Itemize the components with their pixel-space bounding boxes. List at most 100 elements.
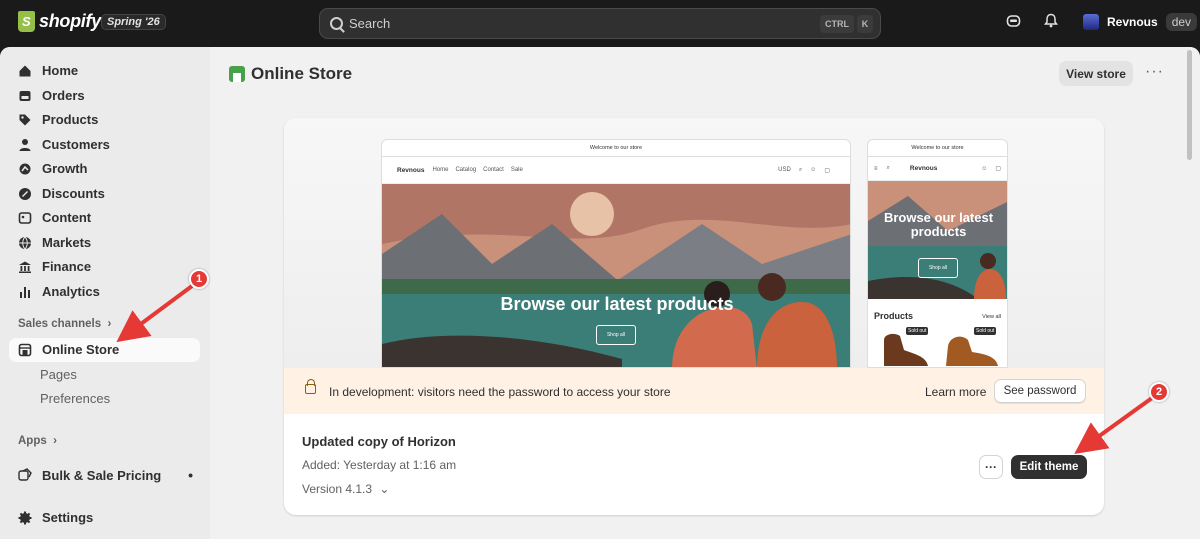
announcement-bar: Welcome to our store [382, 140, 850, 157]
preview-nav-item: Contact [483, 167, 504, 173]
sidebar-item-label: Discounts [42, 186, 105, 201]
annotation-badge-2: 2 [1149, 382, 1169, 402]
user-menu[interactable]: Revnous dev [1083, 13, 1198, 31]
preview-view-all: View all [982, 314, 1001, 320]
chart-icon [20, 286, 30, 298]
theme-name: Updated copy of Horizon [302, 434, 456, 449]
user-name: Revnous [1107, 15, 1158, 29]
sidebar-item-growth[interactable]: Growth [18, 161, 88, 176]
sidebar-item-finance[interactable]: Finance [18, 259, 91, 274]
sidebar-item-label: Settings [42, 510, 94, 525]
annotation-badge-1: 1 [189, 269, 209, 289]
preview-hero: Browse our latest products Shop all [382, 184, 850, 367]
preview-search-icon: ⌕ [798, 166, 803, 173]
orders-icon [19, 90, 31, 101]
theme-version[interactable]: Version 4.1.3 ⌄ [302, 482, 389, 496]
sidebar-item-analytics[interactable]: Analytics [18, 284, 100, 299]
sidebar-item-app[interactable]: Bulk & Sale Pricing • [18, 467, 193, 483]
sidebar-item-label: Analytics [42, 284, 100, 299]
edition-badge[interactable]: Spring '26 [101, 14, 166, 30]
home-icon [19, 65, 31, 76]
shortcut-ctrl: CTRL [820, 15, 854, 33]
content-icon [18, 211, 32, 224]
scrollbar[interactable] [1182, 47, 1200, 539]
preview-hero-title: Browse our latest products [883, 210, 994, 239]
sidekick-icon[interactable] [1006, 13, 1021, 28]
preview-header: Revnous Home Catalog Contact Sale USD ⌕ … [382, 157, 850, 184]
online-store-icon [229, 66, 245, 82]
theme-preview[interactable]: Welcome to our store Revnous Home Catalo… [284, 118, 1104, 368]
sidebar-item-content[interactable]: Content [18, 210, 91, 225]
sidebar-item-customers[interactable]: Customers [18, 137, 110, 152]
preview-cart-icon: ▢ [824, 167, 830, 174]
sidebar-item-label: Preferences [40, 391, 111, 406]
sold-out-badge: Sold out [906, 327, 929, 335]
sidebar-item-online-store[interactable]: Online Store [18, 342, 119, 357]
sidebar-item-label: Customers [42, 137, 110, 152]
pin-dot-icon: • [188, 467, 193, 483]
preview-currency: USD [778, 167, 791, 173]
sidebar-item-markets[interactable]: Markets [18, 235, 91, 250]
view-store-button[interactable]: View store [1059, 61, 1133, 86]
preview-cart-icon: ▢ [995, 166, 1001, 172]
preview-brand: Revnous [909, 165, 938, 172]
banner-text: In development: visitors need the passwo… [329, 385, 671, 399]
main-content: Online Store View store ··· Welcome to o… [210, 47, 1182, 539]
sales-channels-header[interactable]: Sales channels › [18, 318, 111, 330]
sidebar-item-label: Finance [42, 259, 92, 274]
edit-theme-button[interactable]: Edit theme [1011, 455, 1087, 479]
preview-search-icon: ⌕ [886, 165, 890, 171]
sidebar-item-label: Bulk & Sale Pricing [42, 467, 162, 483]
sales-channels-label: Sales channels [18, 318, 102, 330]
sidebar-item-home[interactable]: Home [18, 63, 78, 78]
preview-products-section: Products View all Sold out Sold out [868, 299, 1007, 367]
apps-header[interactable]: Apps › [18, 435, 57, 447]
sidebar: Home Orders Products Customers Growth Di… [0, 47, 210, 539]
sidebar-subitem-preferences[interactable]: Preferences [40, 391, 110, 406]
shopify-logo[interactable]: shopify [18, 11, 101, 32]
sidebar-item-label: Home [42, 63, 79, 78]
search-bar[interactable]: Search CTRL K [319, 8, 881, 39]
top-bar: shopify Spring '26 Search CTRL K Revnous… [0, 0, 1200, 47]
page-title: Online Store [229, 64, 352, 84]
preview-account-icon: ☺ [981, 165, 988, 172]
mobile-preview: Welcome to our store ≡ ⌕ Revnous ☺ ▢ Bro… [867, 139, 1008, 368]
sidebar-item-orders[interactable]: Orders [18, 88, 85, 103]
sidebar-subitem-pages[interactable]: Pages [40, 367, 77, 382]
avatar [1083, 14, 1099, 30]
announcement-bar: Welcome to our store [868, 140, 1007, 157]
page-title-text: Online Store [251, 64, 353, 83]
dev-badge: dev [1165, 13, 1198, 31]
preview-nav-item: Sale [510, 167, 523, 173]
sidebar-item-label: Pages [40, 367, 77, 382]
sidebar-item-label: Online Store [42, 342, 120, 357]
preview-shop-all-button: Shop all [596, 325, 636, 345]
apps-label: Apps [18, 435, 47, 447]
bell-icon[interactable] [1044, 13, 1058, 28]
more-actions-button[interactable]: ··· [1145, 63, 1164, 81]
logo-text: shopify [39, 11, 101, 31]
sidebar-item-label: Markets [42, 235, 92, 250]
gear-icon [18, 511, 32, 524]
theme-more-button[interactable]: ··· [979, 455, 1003, 479]
admin-shell: Home Orders Products Customers Growth Di… [0, 47, 1200, 539]
bank-icon [19, 261, 31, 273]
sidebar-item-label: Growth [42, 161, 88, 176]
learn-more-link[interactable]: Learn more [925, 385, 986, 399]
theme-card: Welcome to our store Revnous Home Catalo… [284, 118, 1104, 515]
discount-icon [19, 187, 31, 200]
preview-header: ≡ ⌕ Revnous ☺ ▢ [868, 157, 1007, 181]
preview-hero: Browse our latest products Shop all [868, 181, 1007, 299]
storefront-icon [18, 343, 32, 356]
sidebar-item-settings[interactable]: Settings [18, 510, 93, 525]
see-password-button[interactable]: See password [994, 379, 1086, 403]
growth-icon [19, 163, 31, 174]
sidebar-item-label: Orders [42, 88, 85, 103]
sold-out-badge: Sold out [974, 327, 997, 335]
search-input[interactable]: Search [349, 16, 390, 31]
hero-illustration [868, 181, 1007, 299]
scrollbar-thumb[interactable] [1187, 50, 1192, 160]
sidebar-item-products[interactable]: Products [18, 112, 98, 127]
sidebar-item-discounts[interactable]: Discounts [18, 186, 105, 201]
shopify-bag-icon [18, 11, 35, 32]
